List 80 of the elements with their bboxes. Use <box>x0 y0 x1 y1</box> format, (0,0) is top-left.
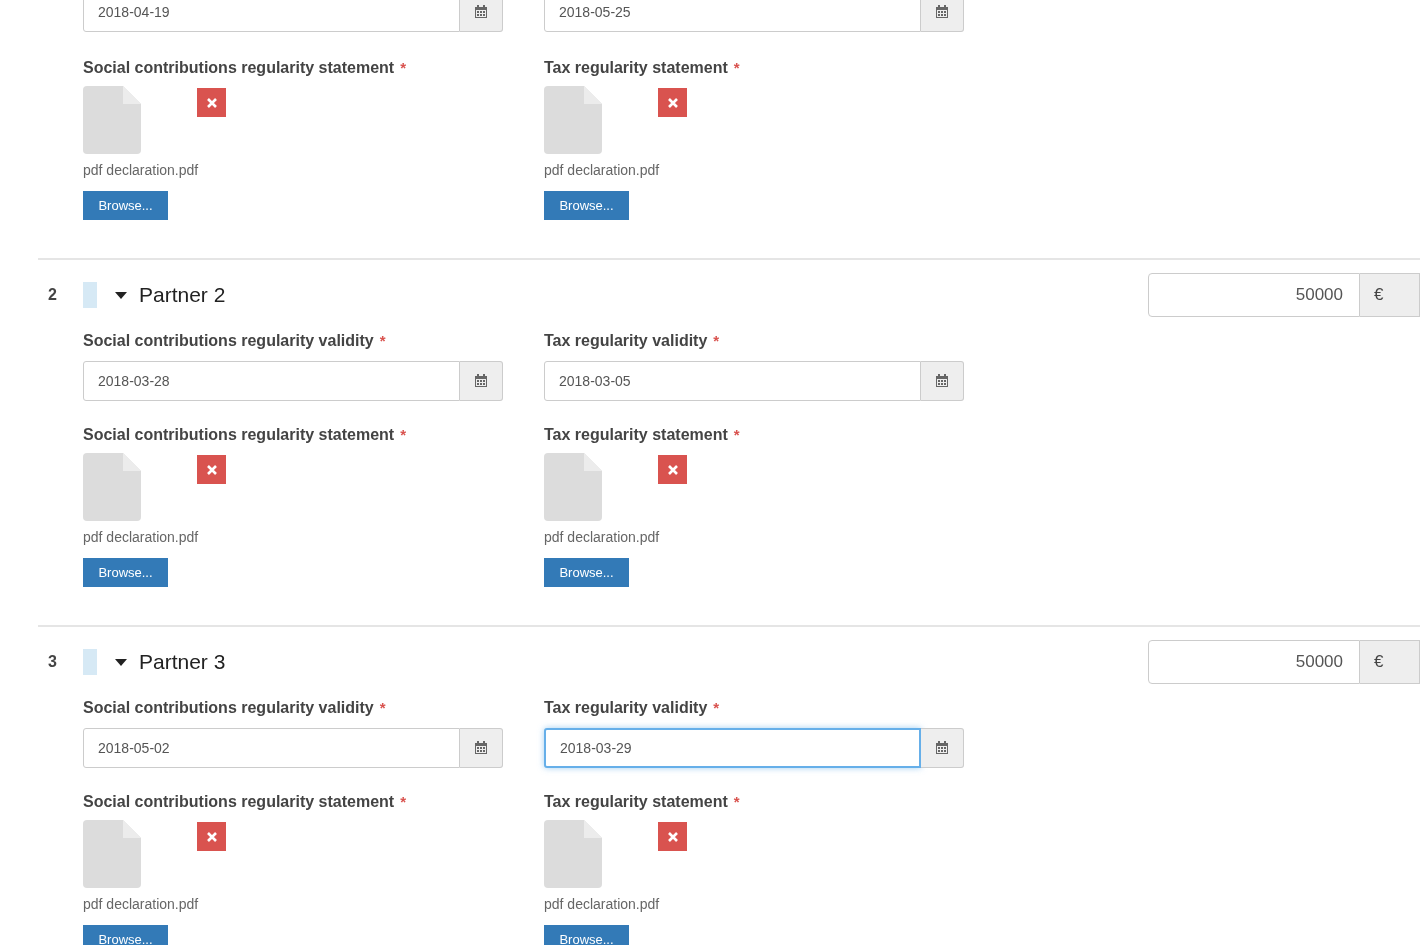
calendar-icon <box>935 5 949 19</box>
calendar-button[interactable] <box>921 728 964 768</box>
calendar-icon <box>474 5 488 19</box>
amount-field[interactable]: 50000 <box>1148 273 1360 317</box>
calendar-button[interactable] <box>460 728 503 768</box>
close-icon <box>206 97 217 108</box>
date-field[interactable]: 2018-03-05 <box>544 361 921 401</box>
file-name: pdf declaration.pdf <box>83 161 199 180</box>
required-mark: * <box>733 57 740 78</box>
file-icon <box>83 453 141 521</box>
browse-button[interactable]: Browse... <box>83 925 168 945</box>
date-field[interactable]: 2018-05-02 <box>83 728 460 768</box>
browse-button[interactable]: Browse... <box>83 191 168 220</box>
color-swatch <box>83 649 97 675</box>
close-icon <box>206 464 217 475</box>
delete-button[interactable] <box>658 822 687 851</box>
field-label: Social contributions regularity validity <box>83 698 374 718</box>
calendar-icon <box>935 374 949 388</box>
browse-button[interactable]: Browse... <box>544 925 629 945</box>
calendar-button[interactable] <box>921 361 964 401</box>
field-label: Tax regularity validity <box>544 698 708 718</box>
browse-button[interactable]: Browse... <box>83 558 168 587</box>
required-mark: * <box>400 57 406 78</box>
field-label: Tax regularity validity <box>544 331 708 351</box>
required-mark: * <box>400 424 406 445</box>
date-field[interactable]: 2018-03-28 <box>83 361 460 401</box>
file-icon <box>83 86 141 154</box>
file-icon <box>544 86 602 154</box>
required-mark: * <box>733 424 740 445</box>
required-mark: * <box>713 330 720 351</box>
field-label: Tax regularity statement <box>544 425 728 445</box>
field-label: Social contributions regularity validity <box>83 331 374 351</box>
field-label: Social contributions regularity statement <box>83 425 395 445</box>
close-icon <box>206 831 217 842</box>
close-icon <box>667 97 678 108</box>
calendar-icon <box>935 741 949 755</box>
file-icon <box>544 820 602 888</box>
browse-button[interactable]: Browse... <box>544 191 629 220</box>
field-label: Social contributions regularity statement <box>83 792 395 812</box>
file-icon <box>83 820 141 888</box>
calendar-icon <box>474 374 488 388</box>
required-mark: * <box>713 697 720 718</box>
browse-button[interactable]: Browse... <box>544 558 629 587</box>
row-number: 3 <box>47 652 58 672</box>
date-field[interactable]: 2018-03-29 <box>544 728 921 768</box>
file-name: pdf declaration.pdf <box>544 528 660 547</box>
delete-button[interactable] <box>197 822 226 851</box>
partner-toggle[interactable]: Partner 2 <box>115 279 226 311</box>
color-swatch <box>83 282 97 308</box>
caret-down-icon <box>115 291 127 299</box>
date-field[interactable]: 2018-05-25 <box>544 0 921 32</box>
field-label: Tax regularity statement <box>544 58 728 78</box>
caret-down-icon <box>115 658 127 666</box>
amount-field[interactable]: 50000 <box>1148 640 1360 684</box>
file-icon <box>544 453 602 521</box>
required-mark: * <box>379 330 386 351</box>
calendar-button[interactable] <box>460 0 503 32</box>
currency-addon: € <box>1360 640 1420 684</box>
row-number: 2 <box>47 285 58 305</box>
delete-button[interactable] <box>658 455 687 484</box>
file-name: pdf declaration.pdf <box>544 895 660 914</box>
calendar-icon <box>474 741 488 755</box>
field-label: Social contributions regularity statement <box>83 58 395 78</box>
field-label: Tax regularity statement <box>544 792 728 812</box>
calendar-button[interactable] <box>460 361 503 401</box>
file-name: pdf declaration.pdf <box>83 895 199 914</box>
required-mark: * <box>733 791 740 812</box>
close-icon <box>667 831 678 842</box>
required-mark: * <box>379 697 386 718</box>
currency-addon: € <box>1360 273 1420 317</box>
delete-button[interactable] <box>197 455 226 484</box>
delete-button[interactable] <box>197 88 226 117</box>
close-icon <box>667 464 678 475</box>
partner-toggle[interactable]: Partner 3 <box>115 646 226 678</box>
required-mark: * <box>400 791 406 812</box>
delete-button[interactable] <box>658 88 687 117</box>
file-name: pdf declaration.pdf <box>83 528 199 547</box>
file-name: pdf declaration.pdf <box>544 161 660 180</box>
date-field[interactable]: 2018-04-19 <box>83 0 460 32</box>
calendar-button[interactable] <box>921 0 964 32</box>
